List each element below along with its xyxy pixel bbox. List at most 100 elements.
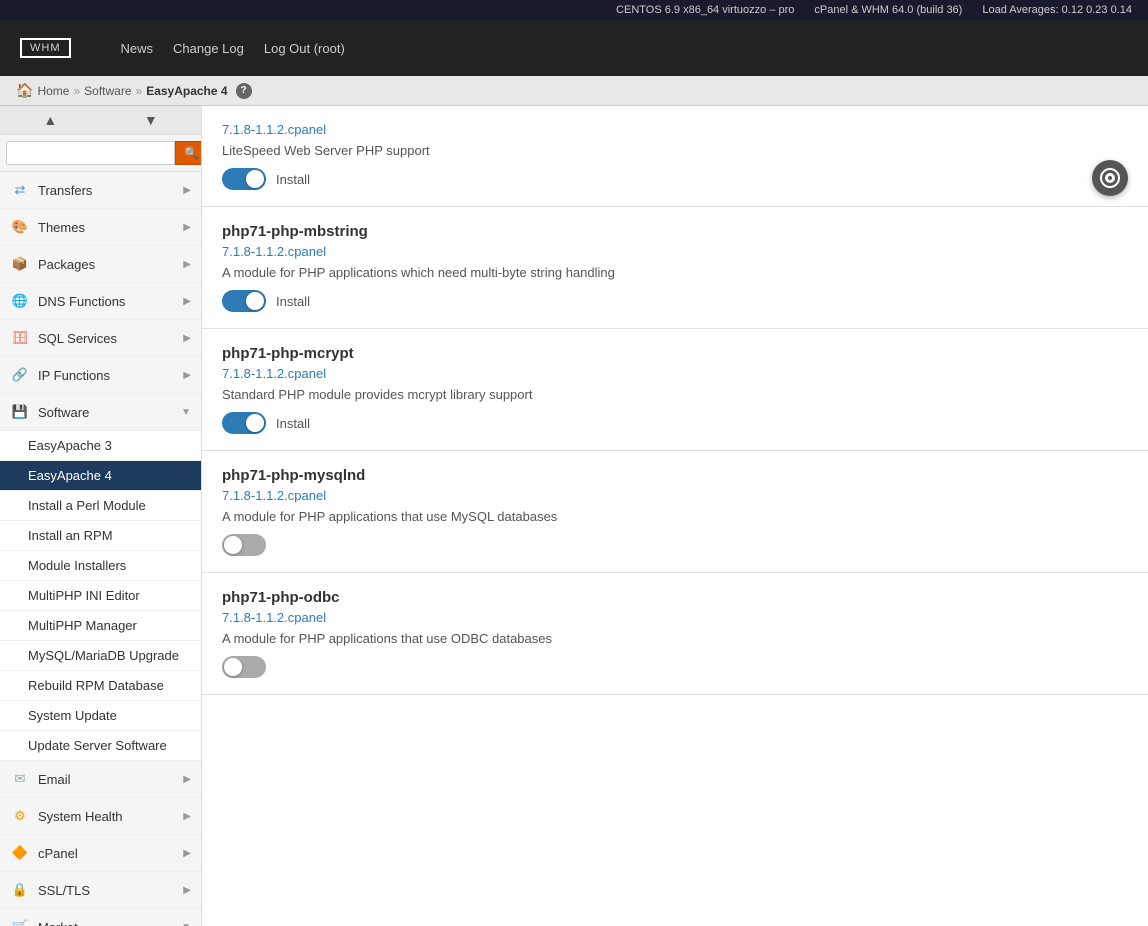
- sql-arrow: ▶: [183, 333, 191, 344]
- packages-icon: 📦: [10, 254, 30, 274]
- sidebar-label-cpanel: cPanel: [38, 846, 183, 861]
- content-area: 7.1.8-1.1.2.cpanel LiteSpeed Web Server …: [202, 106, 1148, 926]
- sidebar-label-ip: IP Functions: [38, 368, 183, 383]
- sidebar-scroll-buttons: ▲ ▼: [0, 106, 201, 135]
- sidebar-item-packages[interactable]: 📦 Packages ▶: [0, 246, 201, 283]
- pkg1-install-label: Install: [276, 172, 310, 187]
- sidebar-item-dns[interactable]: 🌐 DNS Functions ▶: [0, 283, 201, 320]
- sidebar-item-market[interactable]: 🛒 Market ▼: [0, 909, 201, 926]
- sidebar-item-syshealth[interactable]: ⚙ System Health ▶: [0, 798, 201, 835]
- pkg3-name: php71-php-mcrypt: [222, 345, 1128, 362]
- sidebar-item-sql[interactable]: 🗄 SQL Services ▶: [0, 320, 201, 357]
- pkg3-action: Install: [222, 412, 1128, 434]
- submenu-multiphp-manager[interactable]: MultiPHP Manager: [0, 611, 201, 641]
- pkg3-desc: Standard PHP module provides mcrypt libr…: [222, 387, 1128, 402]
- syshealth-arrow: ▶: [183, 811, 191, 822]
- cpanel-version: cPanel & WHM 64.0 (build 36): [814, 4, 962, 16]
- submenu-easyapache4[interactable]: EasyApache 4: [0, 461, 201, 491]
- header: WHM News Change Log Log Out (root): [0, 20, 1148, 76]
- cpanel-icon: 🔶: [10, 843, 30, 863]
- server-info: CENTOS 6.9 x86_64 virtuozzo – pro: [616, 4, 794, 16]
- pkg5-toggle[interactable]: [222, 656, 266, 678]
- package-mcrypt: php71-php-mcrypt 7.1.8-1.1.2.cpanel Stan…: [202, 329, 1148, 451]
- submenu-multiphp-ini[interactable]: MultiPHP INI Editor: [0, 581, 201, 611]
- float-help-button[interactable]: [1092, 160, 1128, 196]
- sidebar-item-ip[interactable]: 🔗 IP Functions ▶: [0, 357, 201, 394]
- package-odbc: php71-php-odbc 7.1.8-1.1.2.cpanel A modu…: [202, 573, 1148, 695]
- software-icon: 💾: [10, 402, 30, 422]
- market-icon: 🛒: [10, 917, 30, 926]
- ssl-arrow: ▶: [183, 885, 191, 896]
- pkg2-toggle[interactable]: [222, 290, 266, 312]
- pkg1-version[interactable]: 7.1.8-1.1.2.cpanel: [222, 122, 1128, 137]
- email-icon: ✉: [10, 769, 30, 789]
- sidebar-label-transfers: Transfers: [38, 183, 183, 198]
- sidebar-item-ssl[interactable]: 🔒 SSL/TLS ▶: [0, 872, 201, 909]
- sidebar-label-packages: Packages: [38, 257, 183, 272]
- sidebar-item-themes[interactable]: 🎨 Themes ▶: [0, 209, 201, 246]
- pkg5-name: php71-php-odbc: [222, 589, 1128, 606]
- submenu-mysql-upgrade[interactable]: MySQL/MariaDB Upgrade: [0, 641, 201, 671]
- pkg2-install-label: Install: [276, 294, 310, 309]
- sidebar-item-cpanel[interactable]: 🔶 cPanel ▶: [0, 835, 201, 872]
- package-mbstring: php71-php-mbstring 7.1.8-1.1.2.cpanel A …: [202, 207, 1148, 329]
- dns-arrow: ▶: [183, 296, 191, 307]
- main-layout: ▲ ▼ 🔍 ⇄ Transfers ▶ 🎨 Themes ▶ 📦 Package…: [0, 106, 1148, 926]
- cpanel-arrow: ▶: [183, 848, 191, 859]
- sql-icon: 🗄: [10, 328, 30, 348]
- pkg4-version[interactable]: 7.1.8-1.1.2.cpanel: [222, 488, 1128, 503]
- pkg4-action: [222, 534, 1128, 556]
- sidebar-label-email: Email: [38, 772, 183, 787]
- help-icon[interactable]: ?: [236, 83, 252, 99]
- submenu-rebuild-rpm[interactable]: Rebuild RPM Database: [0, 671, 201, 701]
- pkg2-desc: A module for PHP applications which need…: [222, 265, 1128, 280]
- email-arrow: ▶: [183, 774, 191, 785]
- themes-icon: 🎨: [10, 217, 30, 237]
- scroll-down-button[interactable]: ▼: [101, 106, 202, 134]
- breadcrumb-home[interactable]: Home: [37, 84, 69, 98]
- sidebar-label-software: Software: [38, 405, 181, 420]
- submenu-system-update[interactable]: System Update: [0, 701, 201, 731]
- sidebar-item-transfers[interactable]: ⇄ Transfers ▶: [0, 172, 201, 209]
- submenu-module-installers[interactable]: Module Installers: [0, 551, 201, 581]
- submenu-install-perl[interactable]: Install a Perl Module: [0, 491, 201, 521]
- pkg5-action: [222, 656, 1128, 678]
- pkg5-version[interactable]: 7.1.8-1.1.2.cpanel: [222, 610, 1128, 625]
- top-bar: CENTOS 6.9 x86_64 virtuozzo – pro cPanel…: [0, 0, 1148, 20]
- submenu-install-rpm[interactable]: Install an RPM: [0, 521, 201, 551]
- package-mysqlnd: php71-php-mysqlnd 7.1.8-1.1.2.cpanel A m…: [202, 451, 1148, 573]
- pkg2-version[interactable]: 7.1.8-1.1.2.cpanel: [222, 244, 1128, 259]
- logo: WHM: [20, 38, 71, 58]
- sidebar-label-syshealth: System Health: [38, 809, 183, 824]
- packages-arrow: ▶: [183, 259, 191, 270]
- ip-arrow: ▶: [183, 370, 191, 381]
- scroll-up-button[interactable]: ▲: [0, 106, 101, 134]
- transfers-arrow: ▶: [183, 185, 191, 196]
- sidebar-label-dns: DNS Functions: [38, 294, 183, 309]
- transfers-icon: ⇄: [10, 180, 30, 200]
- breadcrumb: 🏠 Home » Software » EasyApache 4 ?: [0, 76, 1148, 106]
- dns-icon: 🌐: [10, 291, 30, 311]
- market-arrow: ▼: [181, 922, 191, 926]
- submenu-update-server[interactable]: Update Server Software: [0, 731, 201, 761]
- pkg3-version[interactable]: 7.1.8-1.1.2.cpanel: [222, 366, 1128, 381]
- ssl-icon: 🔒: [10, 880, 30, 900]
- breadcrumb-software[interactable]: Software: [84, 84, 131, 98]
- sidebar-item-software[interactable]: 💾 Software ▼: [0, 394, 201, 431]
- sidebar: ▲ ▼ 🔍 ⇄ Transfers ▶ 🎨 Themes ▶ 📦 Package…: [0, 106, 202, 926]
- search-input[interactable]: [6, 141, 175, 165]
- themes-arrow: ▶: [183, 222, 191, 233]
- nav-news[interactable]: News: [121, 41, 154, 56]
- sidebar-item-email[interactable]: ✉ Email ▶: [0, 761, 201, 798]
- search-button[interactable]: 🔍: [175, 141, 202, 165]
- pkg4-desc: A module for PHP applications that use M…: [222, 509, 1128, 524]
- submenu-easyapache3[interactable]: EasyApache 3: [0, 431, 201, 461]
- nav-changelog[interactable]: Change Log: [173, 41, 244, 56]
- pkg3-toggle[interactable]: [222, 412, 266, 434]
- pkg4-toggle[interactable]: [222, 534, 266, 556]
- header-nav: News Change Log Log Out (root): [121, 41, 345, 56]
- nav-logout[interactable]: Log Out (root): [264, 41, 345, 56]
- sidebar-label-ssl: SSL/TLS: [38, 883, 183, 898]
- ip-icon: 🔗: [10, 365, 30, 385]
- pkg1-toggle[interactable]: [222, 168, 266, 190]
